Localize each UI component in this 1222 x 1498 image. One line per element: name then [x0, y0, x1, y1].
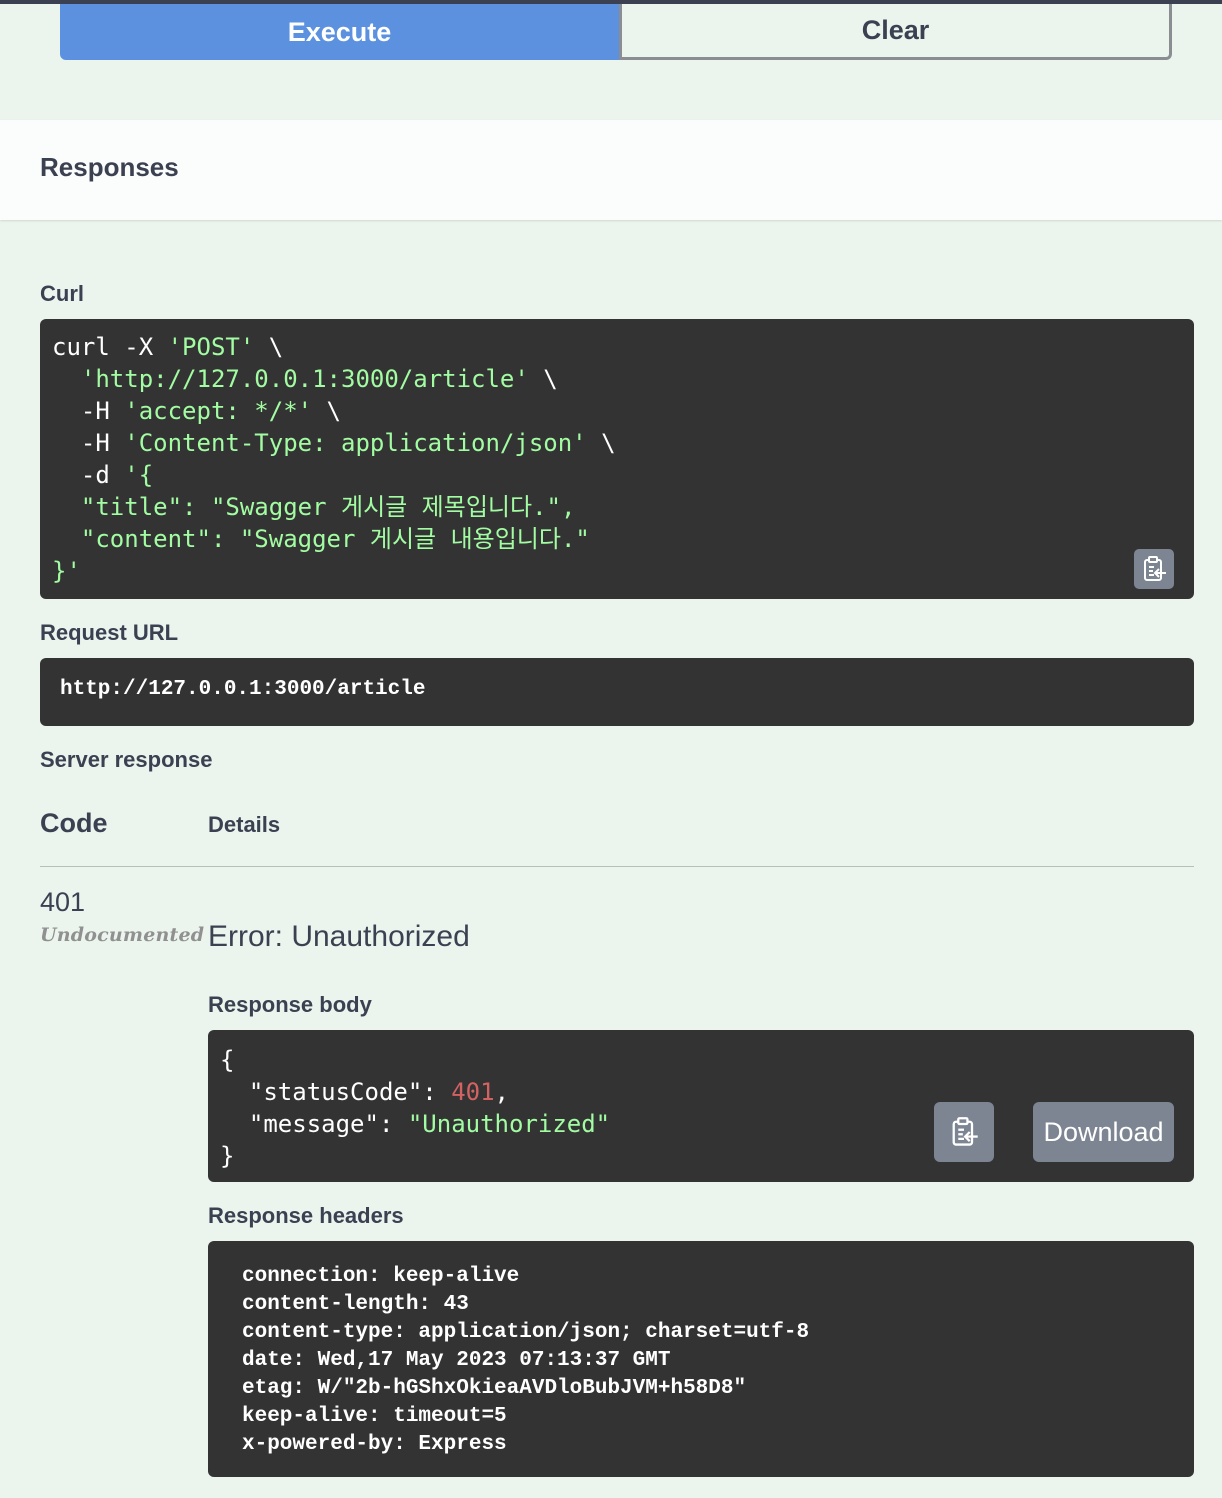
- table-divider: [40, 866, 1194, 867]
- response-header-line: x-powered-by: Express: [242, 1433, 507, 1456]
- curl-code: curl -X 'POST' \ 'http://127.0.0.1:3000/…: [52, 331, 1194, 587]
- details-column-header: Details: [208, 812, 281, 837]
- response-error-text: Error: Unauthorized: [208, 920, 470, 953]
- curl-line: curl -X 'POST' \: [52, 333, 284, 361]
- curl-line: "content": "Swagger 게시글 내용입니다.": [52, 525, 590, 553]
- response-body-line: {: [220, 1046, 235, 1074]
- response-header-line: connection: keep-alive: [242, 1265, 520, 1288]
- response-header-line: content-length: 43: [242, 1293, 469, 1316]
- code-column-header: Code: [40, 808, 108, 838]
- response-headers-label: Response headers: [208, 1203, 404, 1228]
- execute-button[interactable]: Execute: [60, 4, 619, 60]
- curl-label: Curl: [40, 281, 84, 306]
- request-url-value[interactable]: http://127.0.0.1:3000/article: [40, 658, 1194, 726]
- response-status-code: 401: [40, 887, 86, 917]
- responses-header-bar: [0, 120, 1222, 220]
- response-headers-code: connection: keep-alive content-length: 43…: [242, 1263, 1194, 1459]
- curl-code-block[interactable]: curl -X 'POST' \ 'http://127.0.0.1:3000/…: [40, 319, 1194, 599]
- request-url-label: Request URL: [40, 620, 179, 645]
- response-header-line: content-type: application/json; charset=…: [242, 1321, 810, 1344]
- clipboard-copy-icon: [1144, 556, 1166, 581]
- curl-line: -d '{: [52, 461, 154, 489]
- clipboard-copy-icon: [952, 1117, 978, 1146]
- response-header-line: date: Wed,17 May 2023 07:13:37 GMT: [242, 1349, 671, 1372]
- server-response-label: Server response: [40, 747, 213, 772]
- copy-curl-button[interactable]: [1134, 549, 1174, 589]
- response-body-label: Response body: [208, 992, 372, 1017]
- response-header-line: etag: W/"2b-hGShxOkieaAVDloBubJVM+h58D8": [242, 1377, 747, 1400]
- curl-line: 'http://127.0.0.1:3000/article' \: [80, 365, 558, 393]
- undocumented-badge: Undocumented: [40, 924, 205, 946]
- clear-button[interactable]: Clear: [619, 4, 1172, 60]
- response-header-line: keep-alive: timeout=5: [242, 1405, 507, 1428]
- curl-line: }': [52, 557, 81, 585]
- execute-clear-group: Execute Clear: [60, 4, 1172, 60]
- response-headers-block[interactable]: connection: keep-alive content-length: 43…: [208, 1241, 1194, 1477]
- curl-line: "title": "Swagger 게시글 제목입니다.",: [52, 493, 576, 521]
- copy-response-body-button[interactable]: [934, 1102, 994, 1162]
- responses-title: Responses: [40, 152, 179, 182]
- download-button[interactable]: Download: [1033, 1102, 1174, 1162]
- curl-line: -H 'accept: */*' \: [52, 397, 341, 425]
- curl-line: -H 'Content-Type: application/json' \: [52, 429, 616, 457]
